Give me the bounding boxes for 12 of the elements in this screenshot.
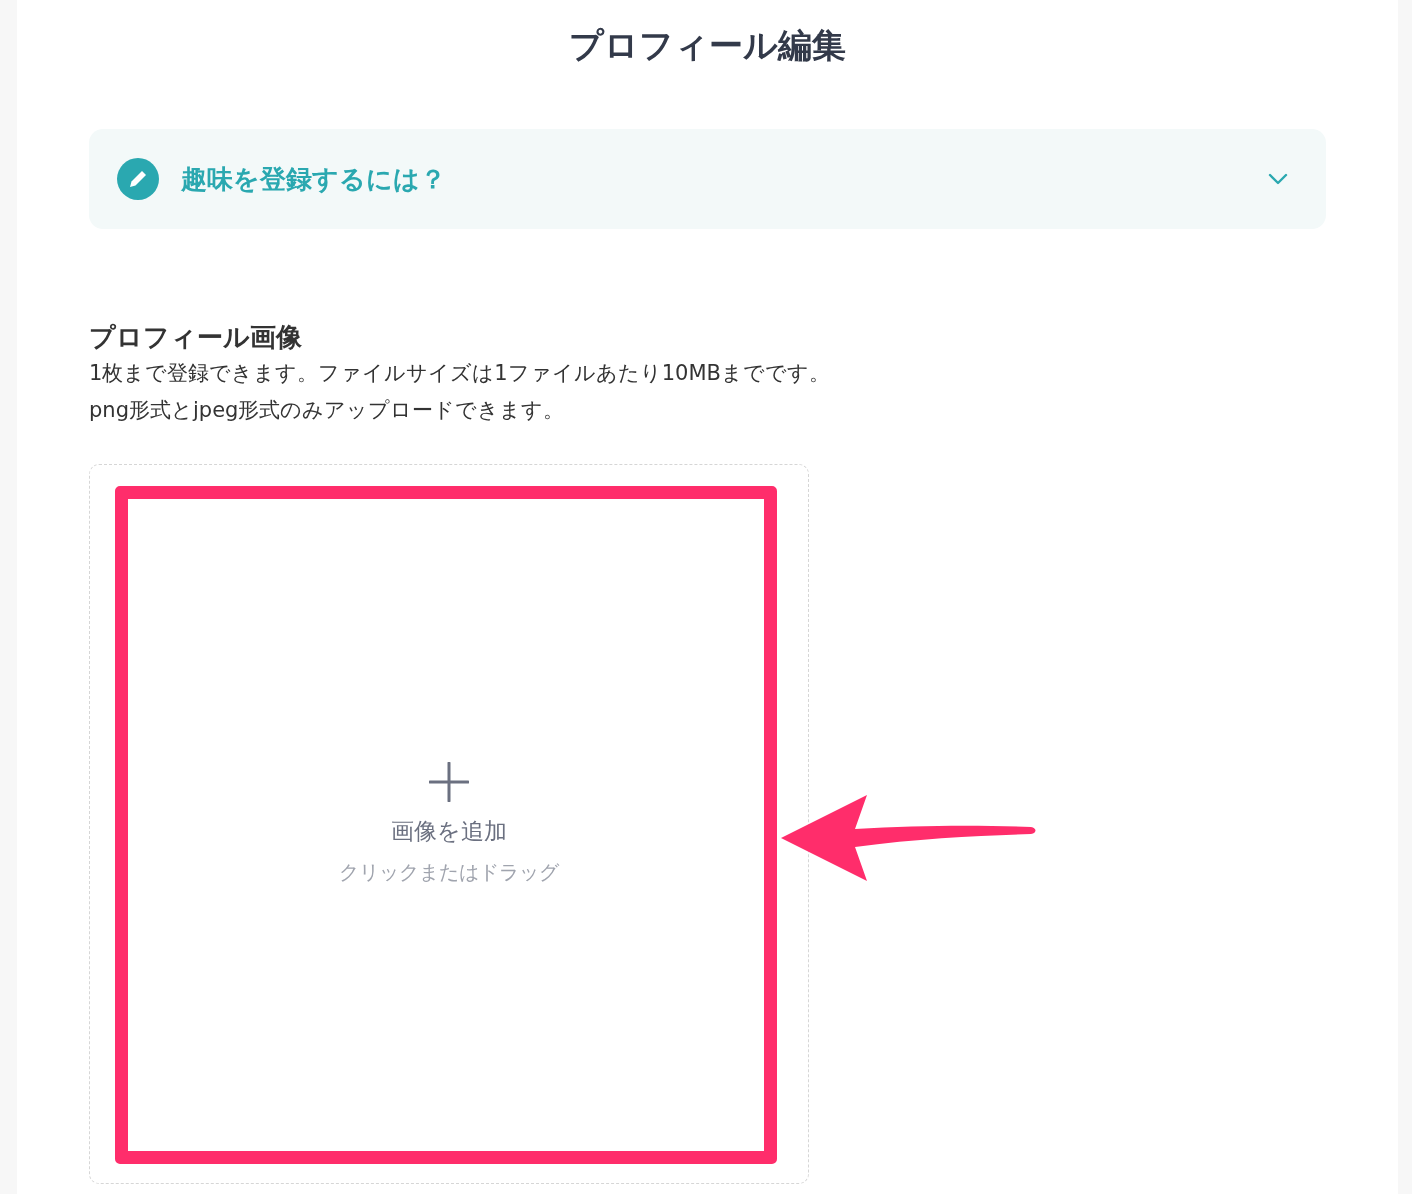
help-accordion[interactable]: 趣味を登録するには？ <box>89 129 1326 229</box>
pencil-icon <box>117 158 159 200</box>
section-description: 1枚まで登録できます。ファイルサイズは1ファイルあたり10MBまでです。 <box>89 360 831 387</box>
arrow-icon <box>781 795 1037 883</box>
upload-label: 画像を追加 <box>391 817 507 846</box>
section-heading: プロフィール画像 <box>89 321 303 354</box>
chevron-icon <box>1268 173 1288 185</box>
help-label: 趣味を登録するには？ <box>181 162 447 196</box>
page-title: プロフィール編集 <box>568 24 847 67</box>
section-description: png形式とjpeg形式のみアップロードできます。 <box>89 397 566 424</box>
upload-hint: クリックまたはドラッグ <box>339 859 559 886</box>
plus-icon <box>429 762 469 802</box>
